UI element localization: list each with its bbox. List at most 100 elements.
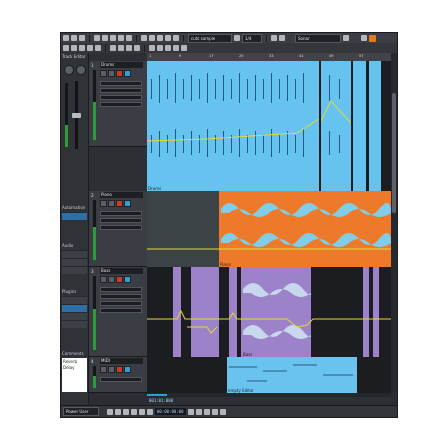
mixer-icon[interactable] bbox=[173, 45, 179, 51]
new-file-icon[interactable] bbox=[63, 35, 69, 41]
input-select[interactable] bbox=[100, 301, 142, 306]
fast-forward-icon[interactable] bbox=[139, 408, 145, 415]
monitor-button[interactable] bbox=[124, 366, 131, 373]
browser-icon[interactable] bbox=[181, 45, 187, 51]
audio-event-drums-tail[interactable] bbox=[369, 61, 381, 191]
solo-button[interactable] bbox=[108, 276, 115, 283]
gain-knob[interactable] bbox=[76, 65, 86, 75]
redo-icon[interactable] bbox=[102, 35, 108, 41]
record-icon[interactable] bbox=[131, 408, 137, 415]
copy-icon[interactable] bbox=[118, 35, 124, 41]
split-icon[interactable] bbox=[141, 35, 147, 41]
glue-icon[interactable] bbox=[149, 35, 155, 41]
pan-slider[interactable] bbox=[100, 88, 142, 93]
solo-button[interactable] bbox=[108, 200, 115, 207]
scissors-tool-icon[interactable] bbox=[110, 45, 116, 51]
automation-row[interactable] bbox=[62, 212, 87, 220]
volume-slider[interactable] bbox=[100, 287, 142, 292]
record-arm-button[interactable] bbox=[116, 276, 123, 283]
fade-icon[interactable] bbox=[173, 35, 179, 41]
grid-select[interactable]: 1/4 bbox=[242, 33, 262, 43]
tempo-icon[interactable] bbox=[271, 35, 277, 41]
volume-fader-handle[interactable] bbox=[72, 113, 81, 118]
record-arm-button[interactable] bbox=[116, 366, 123, 373]
zoom-select[interactable]: cuts sample bbox=[188, 33, 232, 43]
track-name[interactable]: MIDI bbox=[100, 358, 143, 364]
plugin-slot[interactable] bbox=[62, 312, 87, 320]
search-icon[interactable] bbox=[343, 35, 349, 41]
mute-button[interactable] bbox=[100, 366, 107, 373]
track-header-midi[interactable]: 4 MIDI bbox=[89, 357, 147, 393]
plugin-slot[interactable] bbox=[62, 304, 87, 312]
track-name[interactable]: Drums bbox=[100, 62, 143, 68]
sync-icon[interactable] bbox=[219, 408, 226, 415]
track-header-bass[interactable]: 3 Bass bbox=[89, 267, 147, 357]
track-lane-bass[interactable]: Bass bbox=[147, 267, 391, 357]
output-select[interactable] bbox=[100, 102, 142, 107]
pan-slider[interactable] bbox=[100, 294, 142, 299]
solo-button[interactable] bbox=[108, 366, 115, 373]
punch-icon[interactable] bbox=[157, 45, 163, 51]
scroll-thumb[interactable] bbox=[392, 93, 396, 213]
pan-knob[interactable] bbox=[64, 65, 74, 75]
snap-icon[interactable] bbox=[234, 35, 240, 41]
monitor-button[interactable] bbox=[124, 276, 131, 283]
monitor-button[interactable] bbox=[124, 200, 131, 207]
listen-tool-icon[interactable] bbox=[126, 45, 132, 51]
metronome-icon[interactable] bbox=[203, 408, 210, 415]
monitor-button[interactable] bbox=[124, 70, 131, 77]
erase-tool-icon[interactable] bbox=[87, 45, 93, 51]
pan-slider[interactable] bbox=[100, 218, 142, 223]
plugin-slot[interactable] bbox=[62, 320, 87, 328]
audio-event-drums[interactable]: Drums bbox=[147, 61, 319, 191]
plugin-slot[interactable] bbox=[62, 296, 87, 304]
output-select[interactable] bbox=[100, 308, 142, 313]
stop-icon[interactable] bbox=[115, 408, 121, 415]
audio-row[interactable] bbox=[62, 258, 87, 266]
track-lane-midi[interactable]: empty Editor bbox=[147, 357, 391, 393]
loop-icon[interactable] bbox=[149, 45, 155, 51]
volume-slider[interactable] bbox=[100, 211, 142, 216]
mute-button[interactable] bbox=[100, 276, 107, 283]
marker-icon[interactable] bbox=[165, 45, 171, 51]
arrangement-view[interactable]: 1 9 17 25 33 41 49 57 Drums Piano Bass e… bbox=[147, 53, 391, 393]
search-input[interactable]: Sonar bbox=[295, 33, 341, 43]
range-tool-icon[interactable] bbox=[71, 45, 77, 51]
track-header-drums[interactable]: 1 Drums bbox=[89, 61, 147, 147]
vertical-scrollbar[interactable] bbox=[391, 53, 397, 393]
save-icon[interactable] bbox=[79, 35, 85, 41]
draw-tool-icon[interactable] bbox=[79, 45, 85, 51]
volume-slider[interactable] bbox=[100, 81, 142, 86]
workspace-select[interactable]: Power User bbox=[63, 407, 99, 416]
metronome-icon[interactable] bbox=[279, 35, 285, 41]
paste-icon[interactable] bbox=[126, 35, 132, 41]
midi-event[interactable]: empty Editor bbox=[227, 357, 357, 393]
scroll-thumb[interactable] bbox=[147, 394, 167, 396]
audio-row[interactable] bbox=[62, 250, 87, 258]
loop-icon[interactable] bbox=[147, 408, 153, 415]
solo-button[interactable] bbox=[108, 70, 115, 77]
audio-event-piano[interactable]: Piano bbox=[219, 191, 391, 267]
record-mode-button[interactable] bbox=[369, 34, 376, 42]
audio-event-drums-fill[interactable] bbox=[321, 61, 351, 191]
track-lane-piano[interactable]: Piano bbox=[147, 191, 391, 267]
comments-box[interactable]: Reverb Delay bbox=[62, 358, 87, 392]
track-lane-drums[interactable]: Drums bbox=[147, 61, 391, 191]
click-icon[interactable] bbox=[211, 408, 218, 415]
settings-icon[interactable] bbox=[361, 35, 367, 41]
record-arm-button[interactable] bbox=[116, 70, 123, 77]
cut-icon[interactable] bbox=[110, 35, 116, 41]
undo-icon[interactable] bbox=[94, 35, 100, 41]
audio-row[interactable] bbox=[62, 266, 87, 274]
mute-icon[interactable] bbox=[165, 35, 171, 41]
track-header-piano[interactable]: 2 Piano bbox=[89, 191, 147, 267]
delete-icon[interactable] bbox=[157, 35, 163, 41]
record-arm-button[interactable] bbox=[116, 200, 123, 207]
zoom-tool-icon[interactable] bbox=[95, 45, 101, 51]
mute-button[interactable] bbox=[100, 70, 107, 77]
input-select[interactable] bbox=[100, 95, 142, 100]
bend-tool-icon[interactable] bbox=[134, 45, 140, 51]
pointer-tool-icon[interactable] bbox=[63, 45, 69, 51]
mute-tool-icon[interactable] bbox=[118, 45, 124, 51]
volume-slider[interactable] bbox=[100, 377, 142, 382]
